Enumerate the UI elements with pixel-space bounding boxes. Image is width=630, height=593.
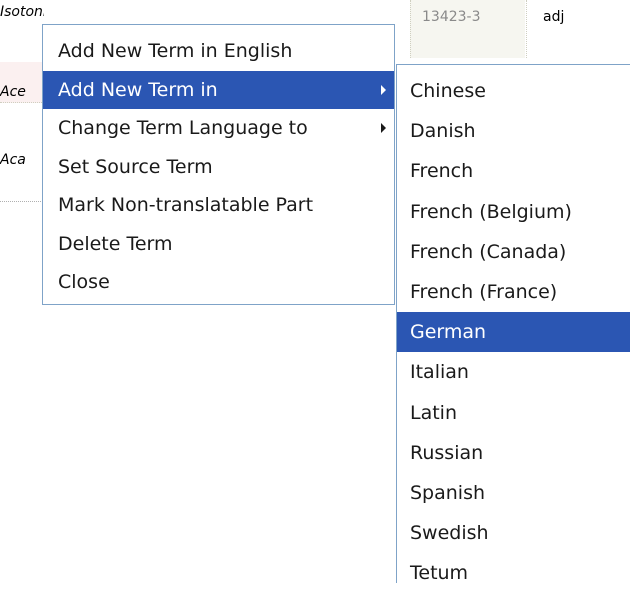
language-item-danish[interactable]: Danish (397, 111, 630, 151)
menu-item-add-new-term-english[interactable]: Add New Term in English (43, 32, 394, 71)
menu-item-delete-term[interactable]: Delete Term (43, 225, 394, 264)
language-item-french-canada[interactable]: French (Canada) (397, 232, 630, 272)
menu-item-change-term-language[interactable]: Change Term Language to (43, 109, 394, 148)
menu-item-set-source-term[interactable]: Set Source Term (43, 148, 394, 187)
menu-item-label: Mark Non-translatable Part (58, 194, 314, 216)
menu-item-close[interactable]: Close (43, 263, 394, 302)
menu-item-label: Close (58, 271, 110, 293)
submenu-arrow-icon (381, 123, 386, 134)
language-item-spanish[interactable]: Spanish (397, 473, 630, 513)
menu-item-add-new-term-in[interactable]: Add New Term in (43, 70, 394, 109)
row-divider (0, 201, 45, 202)
language-item-italian[interactable]: Italian (397, 352, 630, 392)
term-context-menu: Add New Term in English Add New Term in … (42, 24, 395, 305)
menu-item-label: Set Source Term (58, 155, 213, 178)
menu-item-label: Add New Term in (58, 78, 218, 101)
menu-item-label: Delete Term (58, 232, 173, 255)
language-item-tetum[interactable]: Tetum (397, 553, 630, 593)
language-item-latin[interactable]: Latin (397, 393, 630, 433)
language-item-german[interactable]: German (397, 312, 630, 353)
language-item-swedish[interactable]: Swedish (397, 513, 630, 553)
menu-item-mark-non-translatable[interactable]: Mark Non-translatable Part (43, 186, 394, 225)
language-item-french-belgium[interactable]: French (Belgium) (397, 192, 630, 232)
language-item-russian[interactable]: Russian (397, 433, 630, 473)
term-cell[interactable]: Ace (0, 84, 42, 100)
concept-id-cell[interactable]: 13423-3 (410, 0, 525, 58)
language-submenu: Chinese Danish French French (Belgium) F… (396, 64, 630, 584)
part-of-speech-cell[interactable]: adj (526, 0, 630, 58)
menu-item-label: Add New Term in English (58, 40, 293, 62)
menu-item-label: Change Term Language to (58, 117, 308, 139)
language-item-french-france[interactable]: French (France) (397, 272, 630, 312)
submenu-arrow-icon (381, 84, 386, 95)
term-cell[interactable]: Isotonic (0, 4, 44, 20)
term-cell[interactable]: Aca (0, 152, 42, 168)
language-item-chinese[interactable]: Chinese (397, 71, 630, 111)
language-item-french[interactable]: French (397, 151, 630, 191)
